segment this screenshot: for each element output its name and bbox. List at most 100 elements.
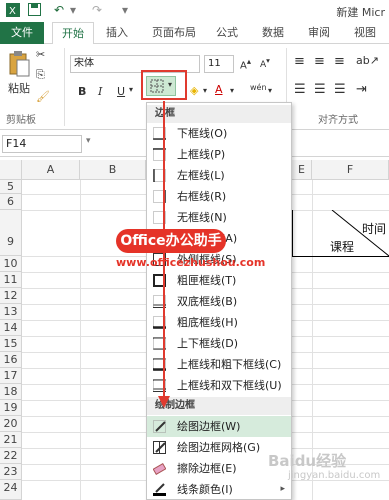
italic-button[interactable]: I bbox=[98, 85, 102, 98]
menu-item-top-border[interactable]: 上框线(P) bbox=[147, 144, 291, 165]
row-header[interactable]: 5 bbox=[0, 180, 22, 194]
bottom-border-icon bbox=[153, 127, 166, 140]
row-header[interactable]: 6 bbox=[0, 194, 22, 210]
row-header[interactable]: 16 bbox=[0, 352, 22, 368]
bold-button[interactable]: B bbox=[78, 85, 86, 98]
select-all-corner[interactable] bbox=[0, 160, 22, 180]
row-header[interactable]: 23 bbox=[0, 464, 22, 480]
pencil-icon bbox=[153, 420, 166, 433]
menu-item-top-double-bottom-border[interactable]: 上框线和双下框线(U) bbox=[147, 375, 291, 396]
copy-icon[interactable]: ⎘ bbox=[36, 68, 45, 82]
font-color-dropdown-icon[interactable]: ▾ bbox=[230, 86, 234, 95]
menu-item-thick-box-border[interactable]: 粗匣框线(T) bbox=[147, 270, 291, 291]
menu-item-label: 下框线(O) bbox=[177, 127, 228, 140]
phonetic-dropdown-icon[interactable]: ▾ bbox=[268, 86, 272, 95]
menu-section-borders: 边框 bbox=[147, 105, 291, 123]
row-header[interactable]: 14 bbox=[0, 320, 22, 336]
align-bottom-icon[interactable]: ≡ bbox=[334, 54, 345, 69]
menu-item-label: 粗匣框线(T) bbox=[177, 274, 237, 287]
row-header[interactable]: 13 bbox=[0, 304, 22, 320]
cell-course: 课程 bbox=[330, 240, 355, 254]
font-color-button[interactable]: A bbox=[215, 83, 223, 96]
tab-page-layout[interactable]: 页面布局 bbox=[146, 22, 202, 44]
menu-item-bottom-border[interactable]: 下框线(O) bbox=[147, 123, 291, 144]
row-header[interactable]: 17 bbox=[0, 368, 22, 384]
indent-icon[interactable]: ⇥ bbox=[356, 82, 367, 97]
orientation-icon[interactable]: ab↗ bbox=[356, 54, 379, 67]
paste-label[interactable]: 粘贴 bbox=[6, 80, 32, 96]
menu-item-draw-border[interactable]: 绘图边框(W) bbox=[147, 416, 291, 437]
menu-item-label: 双底框线(B) bbox=[177, 295, 238, 308]
shrink-font-icon[interactable]: A▾ bbox=[260, 56, 270, 70]
menu-item-double-bottom-border[interactable]: 双底框线(B) bbox=[147, 291, 291, 312]
menu-item-left-border[interactable]: 左框线(L) bbox=[147, 165, 291, 186]
paste-icon[interactable] bbox=[6, 50, 32, 78]
row-header[interactable]: 24 bbox=[0, 480, 22, 500]
align-center-icon[interactable]: ☰ bbox=[314, 82, 326, 97]
row-header[interactable]: 18 bbox=[0, 384, 22, 400]
row-header[interactable]: 15 bbox=[0, 336, 22, 352]
row-header[interactable]: 21 bbox=[0, 432, 22, 448]
grow-font-icon[interactable]: A▴ bbox=[240, 56, 251, 71]
undo-icon[interactable]: ↶ bbox=[54, 3, 64, 17]
double-bottom-border-icon bbox=[153, 295, 166, 308]
menu-item-no-border[interactable]: 无框线(N) bbox=[147, 207, 291, 228]
menu-item-line-color[interactable]: 线条颜色(I) ▸ bbox=[147, 479, 291, 500]
watermark-banner: Office办公助手 bbox=[116, 229, 226, 253]
cell-border bbox=[292, 256, 389, 257]
cut-icon[interactable]: ✂ bbox=[36, 48, 45, 61]
row-header[interactable]: 22 bbox=[0, 448, 22, 464]
format-painter-icon[interactable]: 🖌 bbox=[36, 90, 50, 103]
menu-item-thick-bottom-border[interactable]: 粗底框线(H) bbox=[147, 312, 291, 333]
cell-time: 时间 bbox=[362, 222, 387, 236]
name-box[interactable]: F14 bbox=[2, 135, 82, 153]
tab-data[interactable]: 数据 bbox=[256, 22, 290, 44]
align-top-icon[interactable]: ≡ bbox=[294, 54, 305, 69]
column-header-a[interactable]: A bbox=[22, 160, 80, 180]
redo-icon[interactable]: ↷ bbox=[92, 3, 102, 17]
save-icon[interactable] bbox=[28, 3, 41, 19]
tab-review[interactable]: 审阅 bbox=[302, 22, 336, 44]
menu-item-label: 上框线和双下框线(U) bbox=[177, 379, 282, 392]
menu-item-top-bottom-border[interactable]: 上下框线(D) bbox=[147, 333, 291, 354]
font-size-combo[interactable]: 11 bbox=[204, 55, 234, 73]
row-header[interactable]: 11 bbox=[0, 272, 22, 288]
align-middle-icon[interactable]: ≡ bbox=[314, 54, 325, 69]
border-dropdown-menu: 边框 下框线(O) 上框线(P) 左框线(L) 右框线(R) 无框线(N) 所有… bbox=[146, 102, 292, 500]
menu-item-top-thick-bottom-border[interactable]: 上框线和粗下框线(C) bbox=[147, 354, 291, 375]
tab-home[interactable]: 开始 bbox=[52, 22, 94, 45]
no-border-icon bbox=[153, 211, 166, 224]
menu-item-label: 线条颜色(I) bbox=[177, 483, 233, 496]
window-title: 新建 Micr bbox=[336, 6, 385, 19]
underline-button[interactable]: U bbox=[117, 85, 125, 98]
tab-formulas[interactable]: 公式 bbox=[210, 22, 244, 44]
customize-qat-icon[interactable]: ▾ bbox=[122, 3, 128, 17]
top-border-icon bbox=[153, 148, 166, 161]
underline-dropdown-icon[interactable]: ▾ bbox=[129, 85, 133, 94]
tab-file[interactable]: 文件 bbox=[0, 22, 44, 44]
menu-item-label: 绘图边框(W) bbox=[177, 420, 241, 433]
column-header-f[interactable]: F bbox=[312, 160, 389, 180]
menu-item-right-border[interactable]: 右框线(R) bbox=[147, 186, 291, 207]
undo-dropdown-icon[interactable]: ▾ bbox=[70, 3, 76, 17]
menu-item-label: 上下框线(D) bbox=[177, 337, 239, 350]
namebox-dropdown-icon[interactable]: ▾ bbox=[86, 136, 91, 146]
row-header[interactable]: 12 bbox=[0, 288, 22, 304]
ribbon-separator bbox=[64, 48, 65, 126]
phonetic-button[interactable]: wén bbox=[250, 83, 267, 92]
fill-color-icon[interactable]: ◈ bbox=[190, 84, 198, 97]
align-left-icon[interactable]: ☰ bbox=[294, 82, 306, 97]
column-header-b[interactable]: B bbox=[80, 160, 146, 180]
tab-insert[interactable]: 插入 bbox=[100, 22, 134, 44]
row-header[interactable]: 19 bbox=[0, 400, 22, 416]
row-header[interactable]: 20 bbox=[0, 416, 22, 432]
fill-color-dropdown-icon[interactable]: ▾ bbox=[203, 86, 207, 95]
pencil-grid-icon bbox=[153, 441, 166, 454]
row-header[interactable]: 10 bbox=[0, 256, 22, 272]
menu-item-label: 擦除边框(E) bbox=[177, 462, 237, 475]
row-header[interactable]: 9 bbox=[0, 210, 22, 256]
eraser-icon bbox=[153, 462, 166, 475]
column-header-e[interactable]: E bbox=[292, 160, 312, 180]
tab-view[interactable]: 视图 bbox=[348, 22, 382, 44]
align-right-icon[interactable]: ☰ bbox=[334, 82, 346, 97]
